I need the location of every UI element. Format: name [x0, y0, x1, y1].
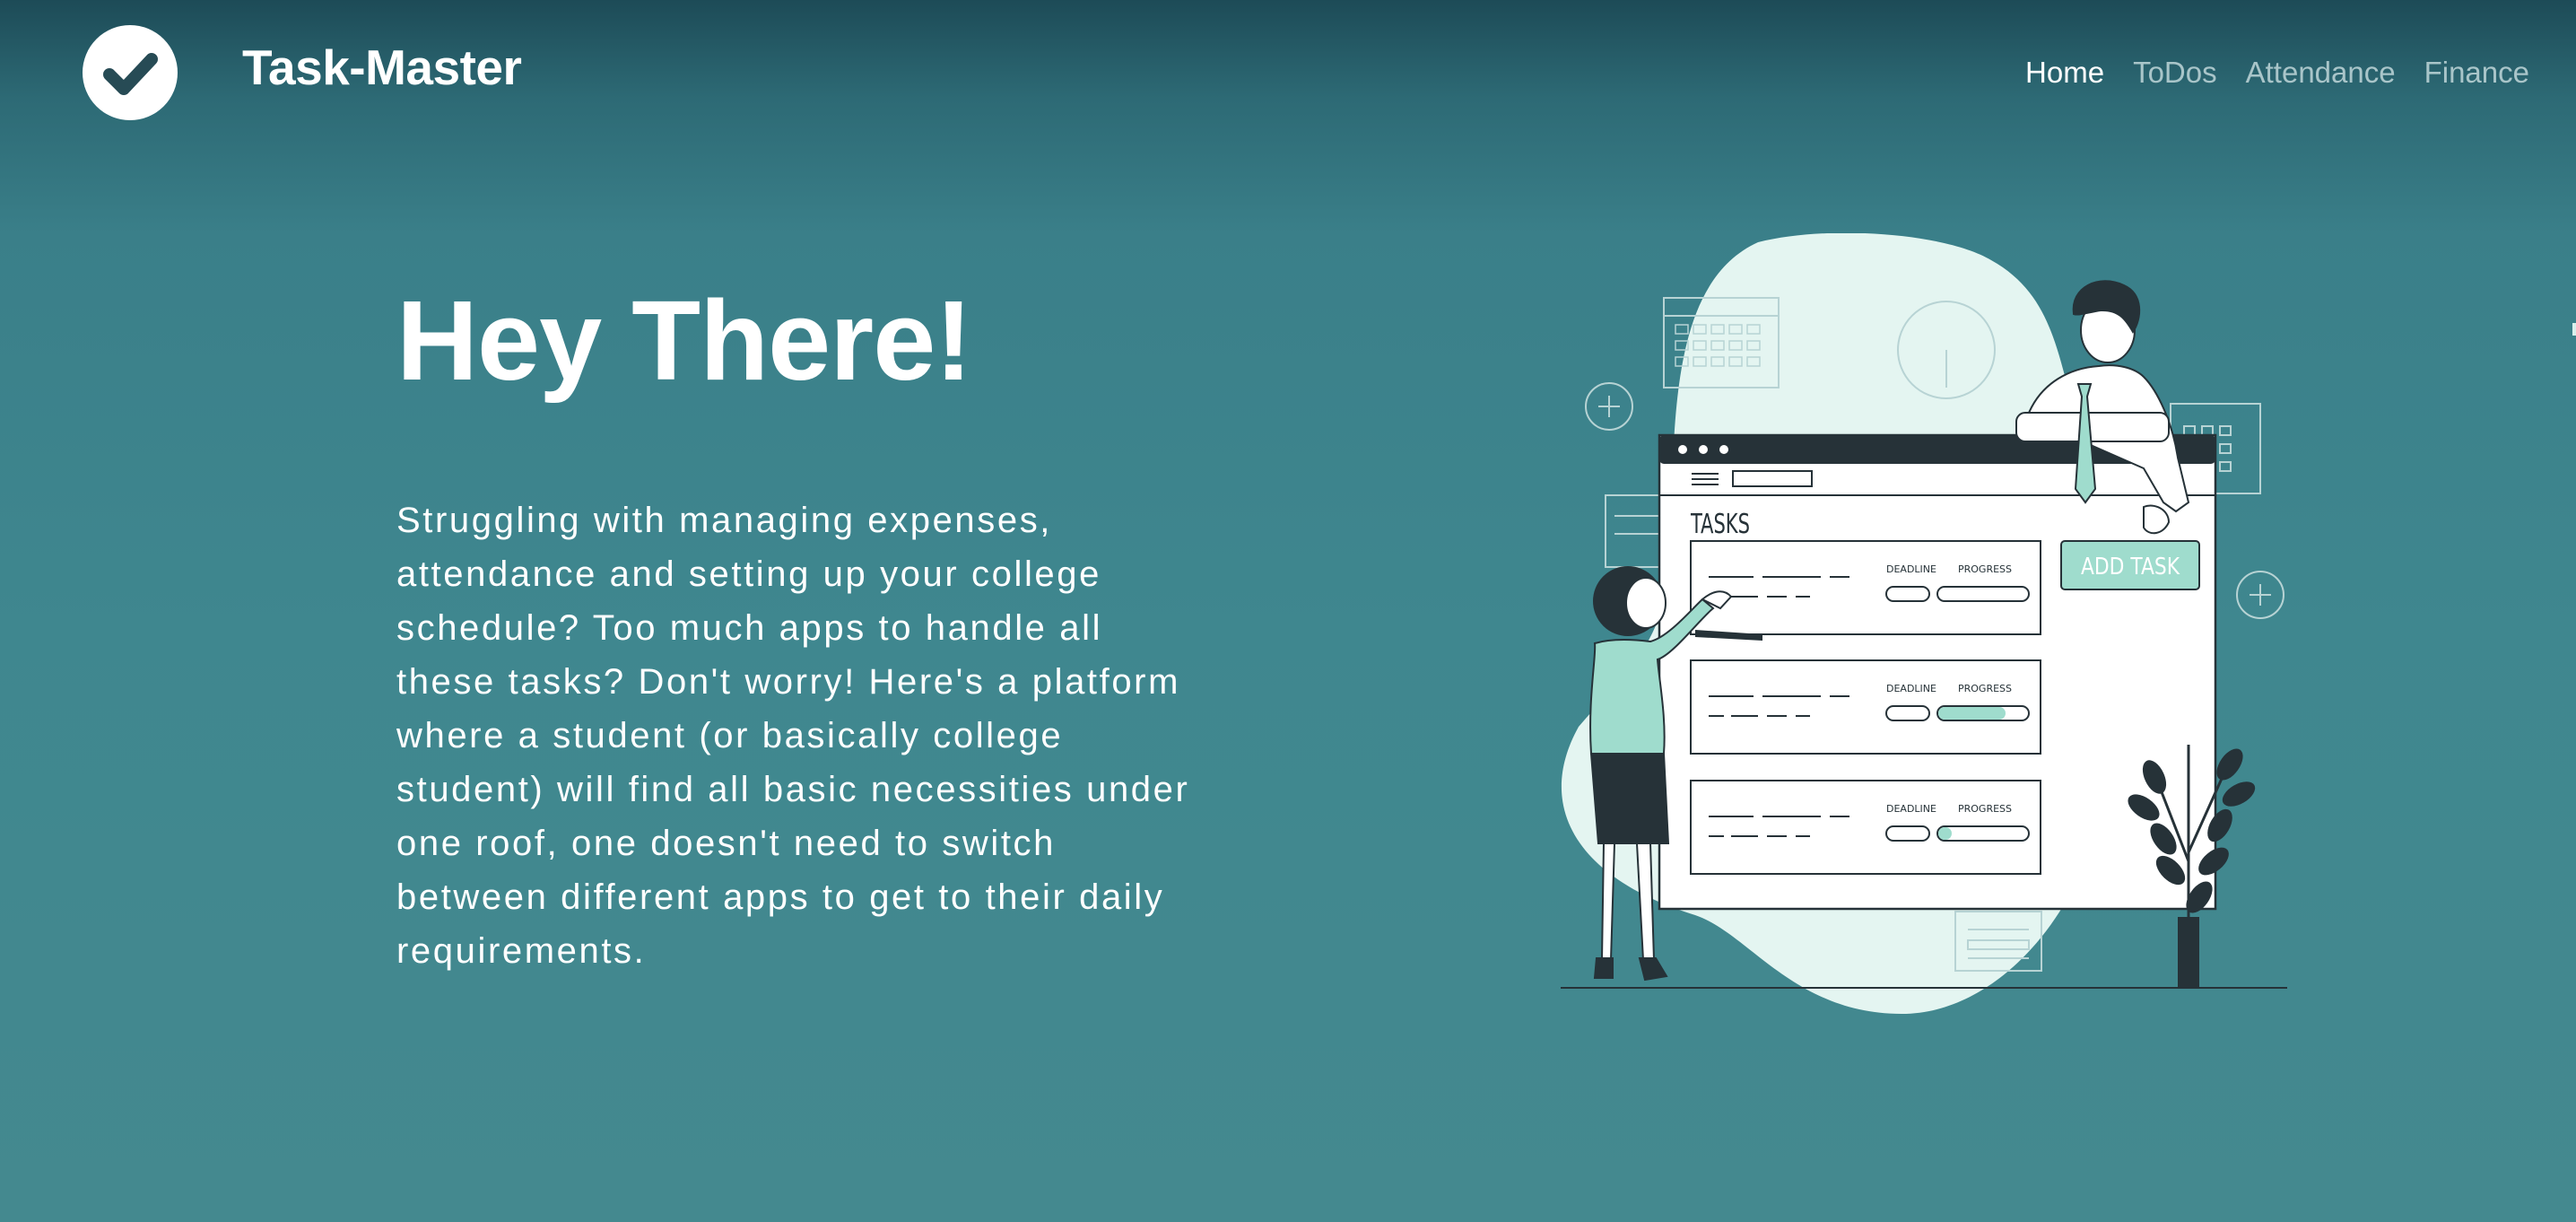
task-row-2: DEADLINE PROGRESS: [1690, 659, 2041, 755]
svg-text:PROGRESS: PROGRESS: [1958, 803, 2012, 815]
svg-text:ADD TASK: ADD TASK: [2081, 554, 2180, 580]
add-task-button: ADD TASK: [2060, 540, 2200, 590]
task-row-1: DEADLINE PROGRESS: [1690, 540, 2041, 641]
nav-attendance[interactable]: Attendance: [2246, 50, 2396, 95]
nav-todos[interactable]: ToDos: [2133, 50, 2217, 95]
main-nav: Home ToDos Attendance Finance: [2025, 50, 2529, 95]
svg-text:PROGRESS: PROGRESS: [1958, 683, 2012, 694]
decor-plus-right: [2236, 571, 2284, 619]
svg-text:DEADLINE: DEADLINE: [1886, 563, 1936, 575]
nav-finance[interactable]: Finance: [2424, 50, 2529, 95]
svg-text:PROGRESS: PROGRESS: [1958, 563, 2012, 575]
brand-name[interactable]: Task-Master: [242, 36, 522, 99]
decor-plus-left: [1585, 382, 1633, 431]
svg-text:DEADLINE: DEADLINE: [1886, 683, 1936, 694]
task-row-3: DEADLINE PROGRESS: [1690, 780, 2041, 875]
tasks-heading: TASKS: [1690, 509, 1750, 540]
hero-title: Hey There!: [396, 277, 972, 404]
scroll-indicator: [2572, 323, 2576, 336]
check-circle-icon[interactable]: [83, 25, 178, 120]
nav-home[interactable]: Home: [2025, 50, 2104, 95]
svg-text:DEADLINE: DEADLINE: [1886, 803, 1936, 815]
hero-description: Struggling with managing expenses, atten…: [396, 501, 1190, 971]
task-board-illustration: TASKS DEADLINE PROGRESS DEADLINE PROGRES…: [1525, 233, 2314, 1023]
